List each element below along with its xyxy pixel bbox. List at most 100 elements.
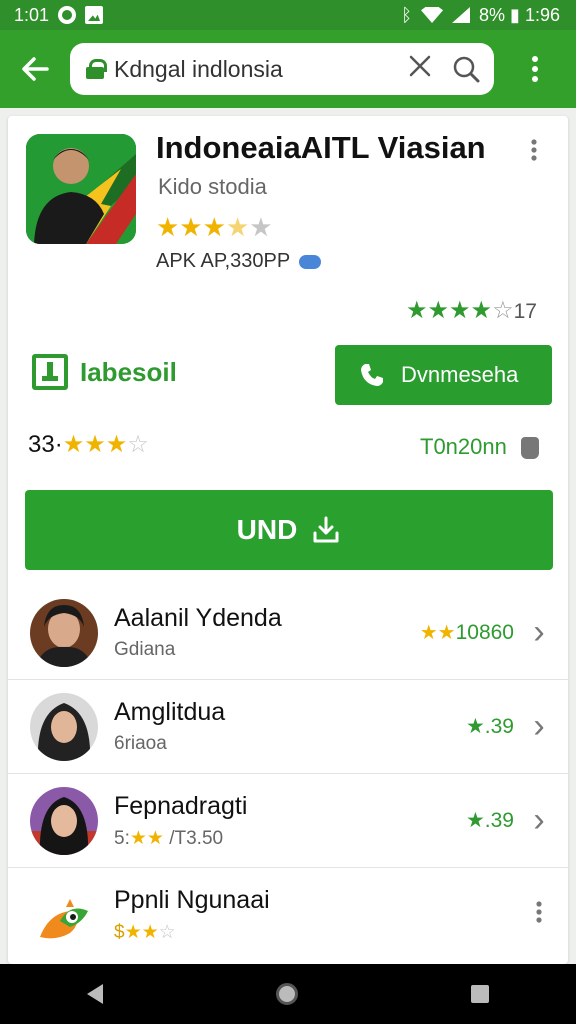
- search-box[interactable]: Kdngal indlonsia: [70, 43, 494, 95]
- rating-value: 17: [513, 300, 537, 323]
- rating-value: .39: [484, 809, 514, 832]
- star: ★: [465, 809, 485, 832]
- list-item-rating: ★★10860: [420, 620, 514, 645]
- status-left: 1:01: [14, 4, 104, 26]
- system-nav-bar: [0, 964, 576, 1024]
- chevron-right-icon[interactable]: ›: [524, 801, 554, 840]
- stars-filled: ★★★: [156, 212, 226, 242]
- wifi-icon: [421, 7, 444, 23]
- list-item-title: Ppnli Ngunaai: [114, 886, 270, 914]
- list-item-subtitle: $★★☆: [114, 921, 524, 944]
- lock-icon: [86, 59, 107, 79]
- list-item-subtitle: Gdiana: [114, 639, 176, 660]
- status-right: ᛒ 8% ▮ 1:96: [401, 5, 560, 26]
- stars-filled: ★★★★: [406, 297, 493, 324]
- call-button[interactable]: Dvnmeseha: [335, 345, 552, 405]
- chevron-right-icon[interactable]: ›: [524, 613, 554, 652]
- avatar: [30, 786, 98, 855]
- app-bar: Kdngal indlonsia: [0, 30, 576, 108]
- list-item-title: Aalanil Ydenda: [114, 604, 282, 632]
- phone-icon: [361, 364, 383, 386]
- green-rating: ★★★★☆17: [406, 296, 537, 325]
- nav-recents-icon[interactable]: [471, 985, 490, 1003]
- rating-row: 33·★★★☆: [28, 431, 149, 458]
- install-button-label: UND: [236, 514, 298, 545]
- list-item-overflow-menu[interactable]: [524, 900, 554, 930]
- star-empty: ☆: [492, 297, 514, 324]
- overflow-menu-button[interactable]: [494, 30, 576, 108]
- list-item-subtitle: 5:★★ /T3.50: [114, 827, 466, 850]
- nav-home-icon[interactable]: [275, 983, 298, 1005]
- status-bar: 1:01 ᛒ 8% ▮ 1:96: [0, 0, 576, 30]
- status-right-text: 8% ▮ 1:96: [479, 4, 560, 25]
- app-rating-stars: ★★★★★: [156, 212, 273, 243]
- avatar: [30, 692, 98, 761]
- star-empty: ☆: [127, 431, 149, 458]
- stars: ★★: [129, 827, 164, 849]
- list-item-rating: ★.39: [466, 808, 514, 833]
- bluetooth-icon: ᛒ: [401, 4, 413, 25]
- star-empty: ★: [249, 212, 273, 242]
- stars: ★★: [419, 622, 456, 644]
- status-time: 1:01: [14, 4, 50, 25]
- install-button[interactable]: UND: [25, 490, 553, 570]
- tonnage-text: T0n20nn: [420, 434, 507, 459]
- subtitle-prefix: $: [114, 922, 125, 943]
- clear-button[interactable]: [400, 52, 440, 86]
- list-item[interactable]: Amglitdua 6riaoa ★.39 ›: [8, 680, 568, 774]
- nav-back-icon[interactable]: [86, 984, 103, 1004]
- list-item-text: Fepnadragti 5:★★ /T3.50: [114, 792, 466, 850]
- lable-link[interactable]: Iabesoil: [32, 354, 177, 390]
- tonnage: T0n20nn: [420, 434, 539, 460]
- list-item-text: Aalanil Ydenda Gdiana: [114, 604, 420, 661]
- app-icon[interactable]: [26, 134, 136, 244]
- list-item[interactable]: Ppnli Ngunaai $★★☆: [8, 868, 568, 962]
- search-button[interactable]: [448, 51, 484, 87]
- list-item-rating: ★.39: [466, 714, 514, 739]
- list-item-text: Amglitdua 6riaoa: [114, 698, 466, 755]
- overflow-menu-icon: [532, 56, 538, 82]
- app-logo-icon: [26, 134, 136, 244]
- person-avatar-icon: [30, 598, 98, 667]
- bird-logo-icon: [40, 899, 88, 939]
- signal-icon: [452, 7, 471, 23]
- list-item-subtitle: 6riaoa: [114, 733, 167, 754]
- star: ★: [465, 715, 485, 738]
- card-overflow-menu[interactable]: [530, 138, 538, 169]
- list-item-text: Ppnli Ngunaai $★★☆: [114, 886, 524, 944]
- search-input[interactable]: Kdngal indlonsia: [114, 56, 400, 83]
- person-avatar-icon: [30, 692, 98, 761]
- thumb-icon: [520, 437, 539, 460]
- app-developer[interactable]: Kido stodia: [158, 174, 267, 200]
- back-button[interactable]: [0, 30, 70, 108]
- search-icon: [453, 56, 480, 83]
- rating-count: 33: [28, 431, 55, 458]
- overflow-menu-icon: [531, 139, 537, 161]
- list-item[interactable]: Aalanil Ydenda Gdiana ★★10860 ›: [8, 586, 568, 680]
- related-apps-list: Aalanil Ydenda Gdiana ★★10860 › Amglitdu…: [8, 586, 568, 962]
- person-avatar-icon: [30, 786, 98, 855]
- lable-text: Iabesoil: [80, 356, 177, 387]
- list-item[interactable]: Fepnadragti 5:★★ /T3.50 ★.39 ›: [8, 774, 568, 868]
- image-notification-icon: [85, 6, 104, 24]
- app-title: IndoneaiaAITL Viasian: [156, 130, 486, 165]
- download-icon: [313, 516, 339, 543]
- avatar: [30, 881, 98, 949]
- chevron-right-icon[interactable]: ›: [524, 707, 554, 746]
- avatar: [30, 598, 98, 667]
- notification-icon: [58, 6, 77, 24]
- plus-box-icon: [32, 354, 68, 390]
- overflow-menu-icon: [536, 901, 542, 923]
- list-item-title: Fepnadragti: [114, 791, 248, 820]
- call-button-label: Dvnmeseha: [401, 362, 519, 387]
- app-details-card: IndoneaiaAITL Viasian Kido stodia ★★★★★ …: [8, 116, 568, 964]
- subtitle-prefix: 5:: [114, 827, 130, 849]
- rating-value: .39: [484, 715, 514, 738]
- star-empty: ☆: [158, 922, 176, 943]
- close-icon: [409, 55, 431, 77]
- subtitle-value: /T3.50: [163, 827, 224, 849]
- apk-info-text: APK AP,330PP: [156, 250, 290, 272]
- star-half: ★: [225, 212, 250, 242]
- back-arrow-icon: [22, 57, 49, 81]
- stars: ★★: [124, 922, 159, 943]
